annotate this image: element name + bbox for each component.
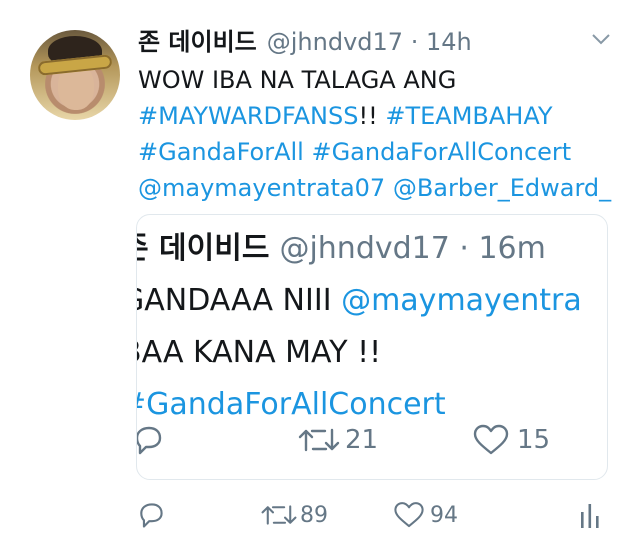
- quoted-tweet[interactable]: 존 데이비드 @jhndvd17 · 16m GANDAAA NIII @maym…: [136, 214, 608, 480]
- hashtag-link[interactable]: #TEAMBAHAY: [385, 102, 552, 130]
- quoted-mention-link[interactable]: @maymayentra: [341, 283, 582, 318]
- hashtag-link[interactable]: #GandaForAll: [138, 138, 304, 166]
- retweet-count: 89: [300, 502, 328, 528]
- tweet-text-segment: WOW IBA NA TALAGA ANG: [138, 66, 457, 94]
- analytics-button[interactable]: [578, 500, 602, 530]
- tweet-header: 존 데이비드 @jhndvd17 · 14h: [138, 22, 472, 57]
- tweet-line: @maymayentrata07 @Barber_Edward_: [138, 170, 618, 206]
- retweet-icon: [260, 500, 298, 530]
- chevron-down-icon[interactable]: [590, 28, 612, 50]
- quoted-reply-button[interactable]: [137, 423, 165, 457]
- tweet-line: #GandaForAll #GandaForAllConcert: [138, 134, 618, 170]
- like-count: 94: [430, 502, 458, 528]
- tweet-text-segment: [385, 174, 393, 202]
- heart-icon: [471, 423, 511, 457]
- reply-button[interactable]: [136, 500, 166, 530]
- author-name[interactable]: 존 데이비드: [138, 28, 257, 56]
- like-button[interactable]: 94: [392, 500, 458, 530]
- quoted-line-1-text: GANDAAA NIII: [136, 283, 342, 318]
- quoted-like-count: 15: [517, 425, 551, 455]
- tweet-text: WOW IBA NA TALAGA ANG #MAYWARDFANSS!! #TE…: [138, 62, 618, 206]
- quoted-meta: @jhndvd17 · 16m: [279, 231, 546, 266]
- quoted-retweet-count: 21: [345, 425, 379, 455]
- reply-icon: [137, 423, 165, 457]
- quoted-action-bar: 21 15: [137, 423, 607, 463]
- quoted-author-name: 존 데이비드: [137, 231, 270, 266]
- hashtag-link[interactable]: #MAYWARDFANSS: [138, 102, 358, 130]
- mention-link[interactable]: @maymayentrata07: [138, 174, 385, 202]
- mention-link[interactable]: @Barber_Edward_: [393, 174, 611, 202]
- quoted-line-2: BAA KANA MAY !!: [136, 335, 382, 370]
- hashtag-link[interactable]: #GandaForAllConcert: [311, 138, 571, 166]
- tweet-line: WOW IBA NA TALAGA ANG: [138, 62, 618, 98]
- retweet-button[interactable]: 89: [260, 500, 328, 530]
- heart-icon: [392, 500, 426, 530]
- tweet-line: #MAYWARDFANSS!! #TEAMBAHAY: [138, 98, 618, 134]
- analytics-icon: [578, 500, 602, 530]
- tweet-meta[interactable]: @jhndvd17 · 14h: [267, 28, 472, 56]
- reply-icon: [136, 500, 166, 530]
- quoted-like-button[interactable]: 15: [471, 423, 550, 457]
- tweet-action-bar: 89 94: [136, 500, 616, 540]
- tweet-text-segment: !!: [358, 102, 386, 130]
- retweet-icon: [297, 423, 341, 457]
- quoted-retweet-button[interactable]: 21: [297, 423, 378, 457]
- quoted-content: 존 데이비드 @jhndvd17 · 16m GANDAAA NIII @maym…: [136, 223, 582, 431]
- avatar[interactable]: [30, 30, 120, 120]
